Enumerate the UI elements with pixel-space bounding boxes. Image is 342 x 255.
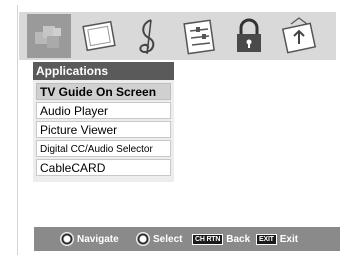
select-hint: Select [136,227,182,251]
menu-item-picture-viewer[interactable]: Picture Viewer [36,121,171,138]
menu-item-audio-player[interactable]: Audio Player [36,102,171,119]
menu-item-digital-cc-audio[interactable]: Digital CC/Audio Selector [36,140,171,157]
setup-icon[interactable] [277,14,321,58]
select-button-icon [136,232,150,246]
picture-icon[interactable] [77,14,121,58]
exit-label: Exit [279,233,299,245]
navigate-hint: Navigate [60,227,119,251]
menu-item-tv-guide[interactable]: TV Guide On Screen [36,83,171,100]
exit-hint: EXIT Exit [256,227,298,251]
menu-item-cablecard[interactable]: CableCARD [36,159,171,176]
back-label: Back [226,233,251,245]
menu-icon-bar [19,12,336,60]
applications-icon[interactable] [27,14,71,58]
menu-title: Applications [33,62,174,80]
audio-icon[interactable] [127,14,171,58]
navigate-pad-icon [60,232,74,246]
exit-key: EXIT [256,233,277,245]
navigate-label: Navigate [77,233,119,245]
applications-menu: Applications TV Guide On Screen Audio Pl… [33,62,174,182]
menu-list: TV Guide On Screen Audio Player Picture … [33,80,174,182]
locks-icon[interactable] [227,14,271,58]
preferences-icon[interactable] [177,14,221,58]
select-label: Select [153,233,183,245]
key-guide-bar: Navigate Select CH RTN Back EXIT Exit [34,227,340,251]
back-hint: CH RTN Back [192,227,250,251]
ch-rtn-key: CH RTN [192,233,224,245]
